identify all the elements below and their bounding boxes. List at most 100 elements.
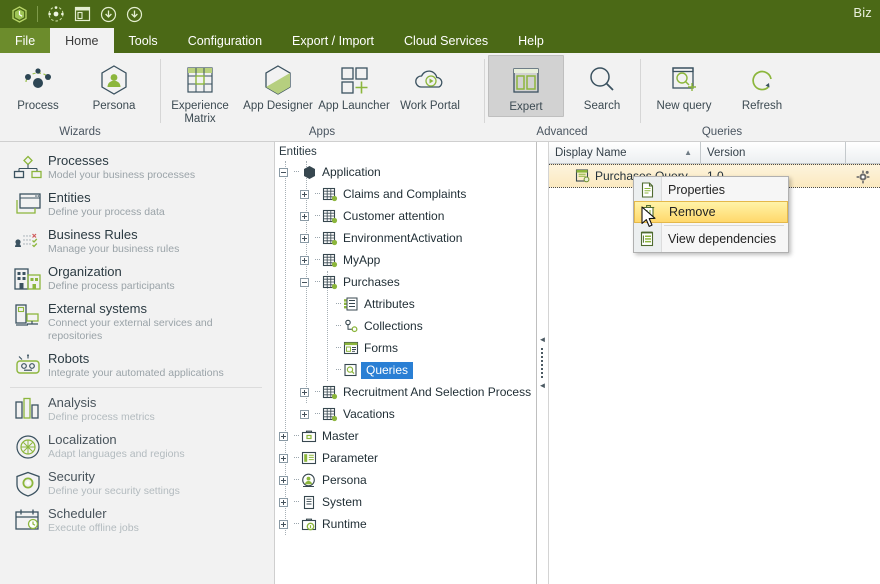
splitter-grip[interactable]	[541, 348, 544, 378]
context-menu-item-view-dependencies[interactable]: View dependencies	[634, 228, 788, 250]
sidebar-item-business-rules[interactable]: Business Rules Manage your business rule…	[0, 223, 274, 260]
ribbon-button-work-portal[interactable]: Work Portal	[392, 55, 468, 113]
matrix-grid-icon	[183, 61, 217, 99]
tree-expander-plus-icon[interactable]	[279, 497, 288, 507]
organization-building-icon	[10, 264, 46, 292]
tree-expander-plus-icon[interactable]	[279, 431, 288, 441]
sidebar-sub-security: Define your security settings	[48, 485, 180, 497]
tree-node-environmentactivation[interactable]: EnvironmentActivation	[279, 227, 536, 249]
tree-label-myapp: MyApp	[343, 253, 381, 267]
tree-node-persona[interactable]: Persona	[279, 469, 536, 491]
menu-cloud-services[interactable]: Cloud Services	[389, 28, 503, 53]
ribbon-grouplabel-queries: Queries	[701, 126, 743, 138]
ribbon-button-experience-matrix[interactable]: Experience Matrix	[160, 55, 240, 126]
grid-column-display-name[interactable]: Display Name ▲	[549, 142, 701, 163]
tree-node-runtime[interactable]: Runtime	[279, 513, 536, 535]
tree-node-application[interactable]: Application	[279, 161, 536, 183]
panel-splitter[interactable]: ◄ ◄	[537, 142, 549, 584]
sidebar-item-security[interactable]: Security Define your security settings	[0, 465, 274, 502]
app-title: Biz	[853, 5, 872, 20]
queries-icon	[341, 363, 361, 377]
ribbon-button-app-designer[interactable]: App Designer	[240, 55, 316, 113]
tree-connector	[290, 425, 299, 447]
sidebar-item-organization[interactable]: Organization Define process participants	[0, 260, 274, 297]
tree-expander-plus-icon[interactable]	[279, 453, 288, 463]
sidebar-item-entities[interactable]: Entities Define your process data	[0, 186, 274, 223]
ribbon-label-search: Search	[583, 100, 621, 112]
tree-connector	[332, 337, 341, 359]
ribbon-button-process[interactable]: Process	[0, 55, 76, 113]
dependencies-icon	[634, 231, 661, 247]
sidebar-title-analysis: Analysis	[48, 395, 97, 410]
tree-expander-minus-icon[interactable]	[279, 167, 288, 177]
menu-export-import[interactable]: Export / Import	[277, 28, 389, 53]
download-alt-icon[interactable]	[121, 3, 147, 25]
tree-connector	[332, 315, 341, 337]
tree-node-purchases[interactable]: Purchases	[279, 271, 536, 293]
ribbon-button-persona[interactable]: Persona	[76, 55, 152, 113]
tree-expander-plus-icon[interactable]	[300, 387, 309, 397]
triangle-left-icon[interactable]: ◄	[539, 336, 547, 344]
sidebar-item-analysis[interactable]: Analysis Define process metrics	[0, 391, 274, 428]
ribbon-label-refresh: Refresh	[741, 100, 783, 112]
ribbon-button-refresh[interactable]: Refresh	[724, 55, 800, 113]
tree-expander-plus-icon[interactable]	[279, 519, 288, 529]
tree-node-recruitment-and-selection-process[interactable]: Recruitment And Selection Process	[279, 381, 536, 403]
tree-node-system[interactable]: System	[279, 491, 536, 513]
tree-expander-plus-icon[interactable]	[300, 255, 309, 265]
tree-node-collections[interactable]: Collections	[279, 315, 536, 337]
menu-help[interactable]: Help	[503, 28, 559, 53]
tree-label-recruitment-and-selection-process: Recruitment And Selection Process	[343, 385, 532, 399]
sidebar-item-localization[interactable]: Localization Adapt languages and regions	[0, 428, 274, 465]
ribbon-button-app-launcher[interactable]: App Launcher	[316, 55, 392, 113]
tree-node-queries[interactable]: Queries	[279, 359, 536, 381]
grid-column-label-display-name: Display Name	[555, 146, 627, 159]
tree-connector	[290, 491, 299, 513]
tree-node-myapp[interactable]: MyApp	[279, 249, 536, 271]
sidebar-item-scheduler[interactable]: Scheduler Execute offline jobs	[0, 502, 274, 539]
ribbon-label-app-launcher: App Launcher	[318, 100, 390, 112]
ribbon-grouplabel-apps: Apps	[308, 126, 336, 138]
sidebar-sub-scheduler: Execute offline jobs	[48, 522, 139, 534]
tree-node-forms[interactable]: Forms	[279, 337, 536, 359]
app-logo-icon[interactable]	[6, 3, 32, 25]
menu-configuration[interactable]: Configuration	[173, 28, 277, 53]
tree-node-vacations[interactable]: Vacations	[279, 403, 536, 425]
tree-node-master[interactable]: Master	[279, 425, 536, 447]
tree-expander-plus-icon[interactable]	[300, 189, 309, 199]
tree-expander-minus-icon[interactable]	[300, 277, 309, 287]
window-layout-icon[interactable]	[69, 3, 95, 25]
menu-home[interactable]: Home	[50, 28, 114, 53]
tree-expander-plus-icon[interactable]	[300, 409, 309, 419]
sidebar-item-external-systems[interactable]: External systems Connect your external s…	[0, 297, 274, 347]
cloud-play-icon	[411, 61, 449, 99]
sidebar-item-processes[interactable]: Processes Model your business processes	[0, 149, 274, 186]
menu-tools[interactable]: Tools	[114, 28, 173, 53]
tree-node-parameter[interactable]: Parameter	[279, 447, 536, 469]
grid-column-version[interactable]: Version	[701, 142, 846, 163]
tree-node-customer-attention[interactable]: Customer attention	[279, 205, 536, 227]
ribbon-button-new-query[interactable]: New query	[644, 55, 724, 113]
ribbon-label-app-designer: App Designer	[243, 100, 313, 112]
sidebar-item-robots[interactable]: Robots Integrate your automated applicat…	[0, 347, 274, 384]
tree-expander-plus-icon[interactable]	[300, 211, 309, 221]
menu-file[interactable]: File	[0, 28, 51, 53]
tree-expander-plus-icon[interactable]	[279, 475, 288, 485]
new-query-icon	[667, 61, 701, 99]
process-nav-icon[interactable]	[43, 3, 69, 25]
panels-expert-icon	[509, 62, 543, 100]
tree-label-vacations: Vacations	[343, 407, 395, 421]
tree-node-claims-and-complaints[interactable]: Claims and Complaints	[279, 183, 536, 205]
tree-expander-plus-icon[interactable]	[300, 233, 309, 243]
download-icon[interactable]	[95, 3, 121, 25]
context-menu-item-properties[interactable]: Properties	[634, 179, 788, 201]
query-row-icon	[575, 169, 590, 183]
sidebar-sub-entities: Define your process data	[48, 206, 165, 218]
triangle-left-icon[interactable]: ◄	[539, 382, 547, 390]
ribbon-button-search[interactable]: Search	[564, 55, 640, 113]
gear-icon[interactable]	[855, 169, 870, 184]
entities-window-icon	[10, 190, 46, 218]
tree-node-attributes[interactable]: Attributes	[279, 293, 536, 315]
ribbon-button-expert[interactable]: Expert	[488, 55, 564, 117]
tree-label-collections: Collections	[364, 319, 423, 333]
